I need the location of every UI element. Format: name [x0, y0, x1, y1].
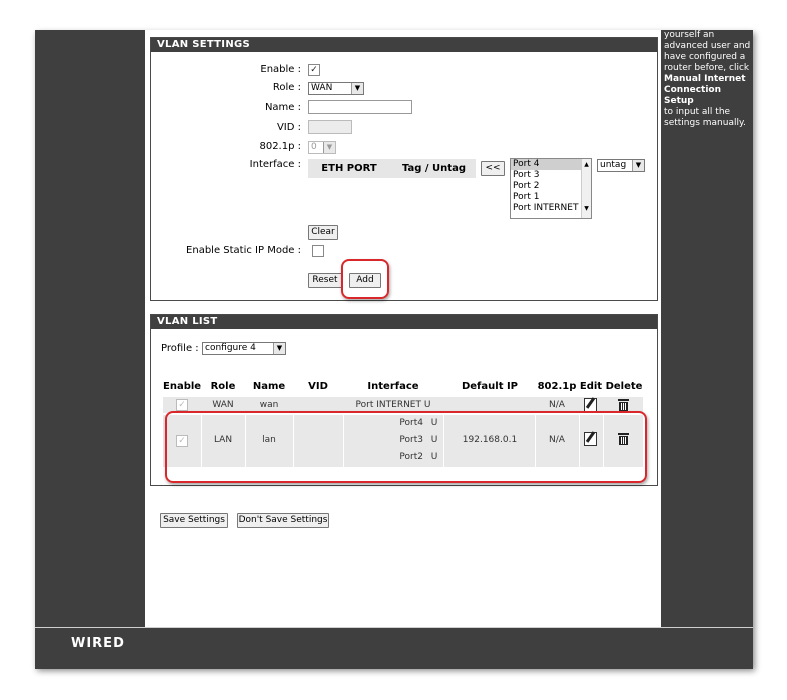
clear-button[interactable]: Clear [308, 225, 338, 240]
priority-value: 0 [311, 142, 317, 152]
move-port-button[interactable]: << [481, 161, 505, 176]
header-delete: Delete [605, 381, 643, 392]
header-role: Role [210, 381, 236, 392]
port-option[interactable]: Port 4 [511, 159, 591, 170]
lan-row-highlight [165, 411, 647, 483]
trash-icon[interactable] [618, 399, 629, 411]
listbox-scrollbar[interactable]: ▲ ▼ [581, 159, 591, 218]
profile-select[interactable]: configure 4 ▼ [202, 342, 286, 355]
main-content: VLAN SETTINGS Enable : ✓ Role : WAN ▼ Na… [145, 30, 661, 627]
help-line: advanced user and [664, 41, 751, 51]
header-priority: 802.1p [537, 381, 577, 392]
row-enable-checkbox[interactable]: ✓ [176, 399, 188, 411]
chevron-down-icon: ▼ [351, 83, 363, 94]
enable-checkbox[interactable]: ✓ [308, 64, 320, 76]
header-vid: VID [308, 381, 328, 392]
role-label: Role : [272, 82, 301, 93]
interface-table-header: ETH PORT Tag / Untag [308, 159, 476, 178]
dont-save-settings-button[interactable]: Don't Save Settings [237, 513, 329, 528]
help-line: settings manually. [664, 118, 746, 128]
header-name: Name [252, 381, 286, 392]
section-title: VLAN SETTINGS [151, 38, 657, 52]
port-option[interactable]: Port 1 [511, 192, 591, 203]
help-line: have configured a [664, 52, 746, 62]
static-ip-checkbox[interactable] [312, 245, 324, 257]
help-link-line2[interactable]: Connection Setup [664, 85, 721, 106]
help-line: yourself an [664, 30, 715, 40]
profile-label: Profile : [161, 343, 199, 354]
profile-value: configure 4 [205, 343, 256, 353]
static-ip-label: Enable Static IP Mode : [186, 245, 301, 256]
row-role: WAN [212, 400, 234, 410]
save-settings-button[interactable]: Save Settings [160, 513, 228, 528]
tag-value: untag [600, 160, 627, 170]
row-name: wan [259, 400, 279, 410]
priority-select[interactable]: 0 ▼ [308, 141, 336, 154]
edit-icon[interactable] [584, 398, 597, 412]
add-button-highlight [341, 259, 389, 299]
interface-label: Interface : [249, 159, 301, 170]
role-value: WAN [311, 83, 333, 93]
name-label: Name : [264, 102, 301, 113]
vid-label: VID : [276, 122, 301, 133]
name-input[interactable] [308, 100, 412, 114]
tag-untag-header: Tag / Untag [402, 163, 466, 174]
reset-button[interactable]: Reset [308, 273, 342, 288]
help-link[interactable]: Manual Internet Connection Setup [664, 74, 751, 107]
port-option[interactable]: Port 3 [511, 170, 591, 181]
port-listbox[interactable]: Port 4 Port 3 Port 2 Port 1 Port INTERNE… [510, 158, 592, 219]
tag-select[interactable]: untag ▼ [597, 159, 645, 172]
header-interface: Interface [367, 381, 419, 392]
chevron-down-icon: ▼ [323, 142, 335, 153]
help-panel: yourself an advanced user and have confi… [661, 30, 753, 627]
priority-label: 802.1p : [259, 141, 301, 152]
vlan-settings-section: VLAN SETTINGS Enable : ✓ Role : WAN ▼ Na… [150, 37, 658, 301]
chevron-down-icon: ▼ [632, 160, 644, 171]
row-priority: N/A [549, 400, 565, 410]
help-line: router before, click [664, 63, 750, 73]
help-line: to input all the [664, 107, 731, 117]
enable-label: Enable : [260, 64, 301, 75]
port-option[interactable]: Port 2 [511, 181, 591, 192]
header-enable: Enable [163, 381, 202, 392]
section-title: VLAN LIST [151, 315, 657, 329]
footer: WIRED [35, 627, 753, 669]
brand-logo: WIRED [71, 636, 125, 651]
vlan-list-section: VLAN LIST Profile : configure 4 ▼ Enable… [150, 314, 658, 486]
header-edit: Edit [579, 381, 603, 392]
role-select[interactable]: WAN ▼ [308, 82, 364, 95]
eth-port-header: ETH PORT [321, 163, 377, 174]
router-admin-window: yourself an advanced user and have confi… [35, 30, 753, 669]
chevron-down-icon: ▼ [273, 343, 285, 354]
help-link-line1[interactable]: Manual Internet [664, 74, 746, 84]
row-interface: Port INTERNET U [355, 400, 431, 410]
vid-input[interactable] [308, 120, 352, 134]
header-default-ip: Default IP [461, 381, 519, 392]
left-sidebar [35, 30, 145, 627]
port-option[interactable]: Port INTERNET [511, 203, 591, 214]
